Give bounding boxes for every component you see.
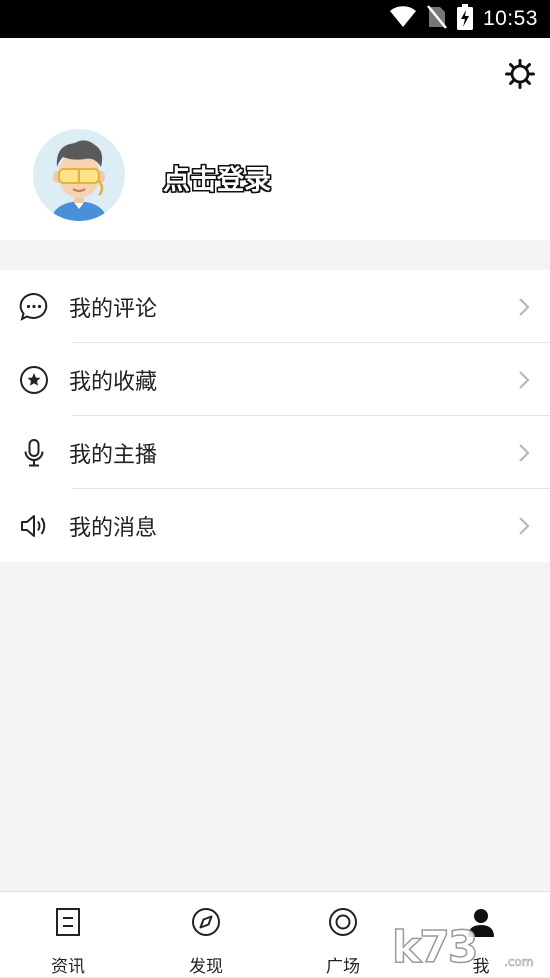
nav-item-label: 广场 <box>326 957 360 977</box>
avatar[interactable] <box>33 129 125 221</box>
nav-item-label: 资讯 <box>51 957 85 977</box>
compass-icon <box>192 908 220 936</box>
chevron-right-icon <box>519 516 530 535</box>
chevron-right-icon <box>519 443 530 462</box>
nav-item-square[interactable]: 广场 <box>293 892 393 978</box>
target-icon <box>329 908 357 936</box>
speaker-icon <box>21 514 46 537</box>
nav-item-label: 发现 <box>189 957 223 977</box>
login-prompt[interactable]: 点击登录 <box>163 158 271 197</box>
menu-item-label: 我的评论 <box>69 296 158 322</box>
battery-charging-icon <box>456 4 473 34</box>
star-icon <box>20 365 48 394</box>
no-sim-icon <box>426 5 447 33</box>
menu-item-label: 我的消息 <box>69 515 158 541</box>
gear-icon <box>505 59 535 89</box>
avatar-illustration <box>51 140 107 221</box>
news-icon <box>56 908 80 936</box>
chevron-right-icon <box>519 297 530 316</box>
comment-icon <box>19 292 48 321</box>
nav-item-news[interactable]: 资讯 <box>18 892 118 978</box>
profile-header: 点击登录 <box>0 38 550 240</box>
nav-item-me[interactable]: 我 <box>431 892 531 978</box>
chevron-right-icon <box>519 370 530 389</box>
settings-button[interactable] <box>504 58 536 90</box>
wifi-icon <box>389 6 417 32</box>
microphone-icon <box>24 438 44 466</box>
menu-list: 我的评论 我的收藏 我的主播 我的消息 <box>0 270 550 562</box>
menu-item-comments[interactable]: 我的评论 <box>0 270 550 343</box>
menu-item-anchors[interactable]: 我的主播 <box>0 416 550 489</box>
status-bar: 10:53 <box>0 0 550 38</box>
nav-item-label: 我 <box>472 957 490 977</box>
menu-item-label: 我的主播 <box>69 442 158 468</box>
menu-item-label: 我的收藏 <box>69 369 158 395</box>
menu-item-favorites[interactable]: 我的收藏 <box>0 343 550 416</box>
status-icons: 10:53 <box>389 0 538 38</box>
bottom-nav: 资讯 发现 广场 我 <box>0 891 550 977</box>
person-icon <box>468 909 494 937</box>
status-time: 10:53 <box>482 7 538 30</box>
nav-item-discover[interactable]: 发现 <box>156 892 256 978</box>
menu-item-messages[interactable]: 我的消息 <box>0 489 550 562</box>
